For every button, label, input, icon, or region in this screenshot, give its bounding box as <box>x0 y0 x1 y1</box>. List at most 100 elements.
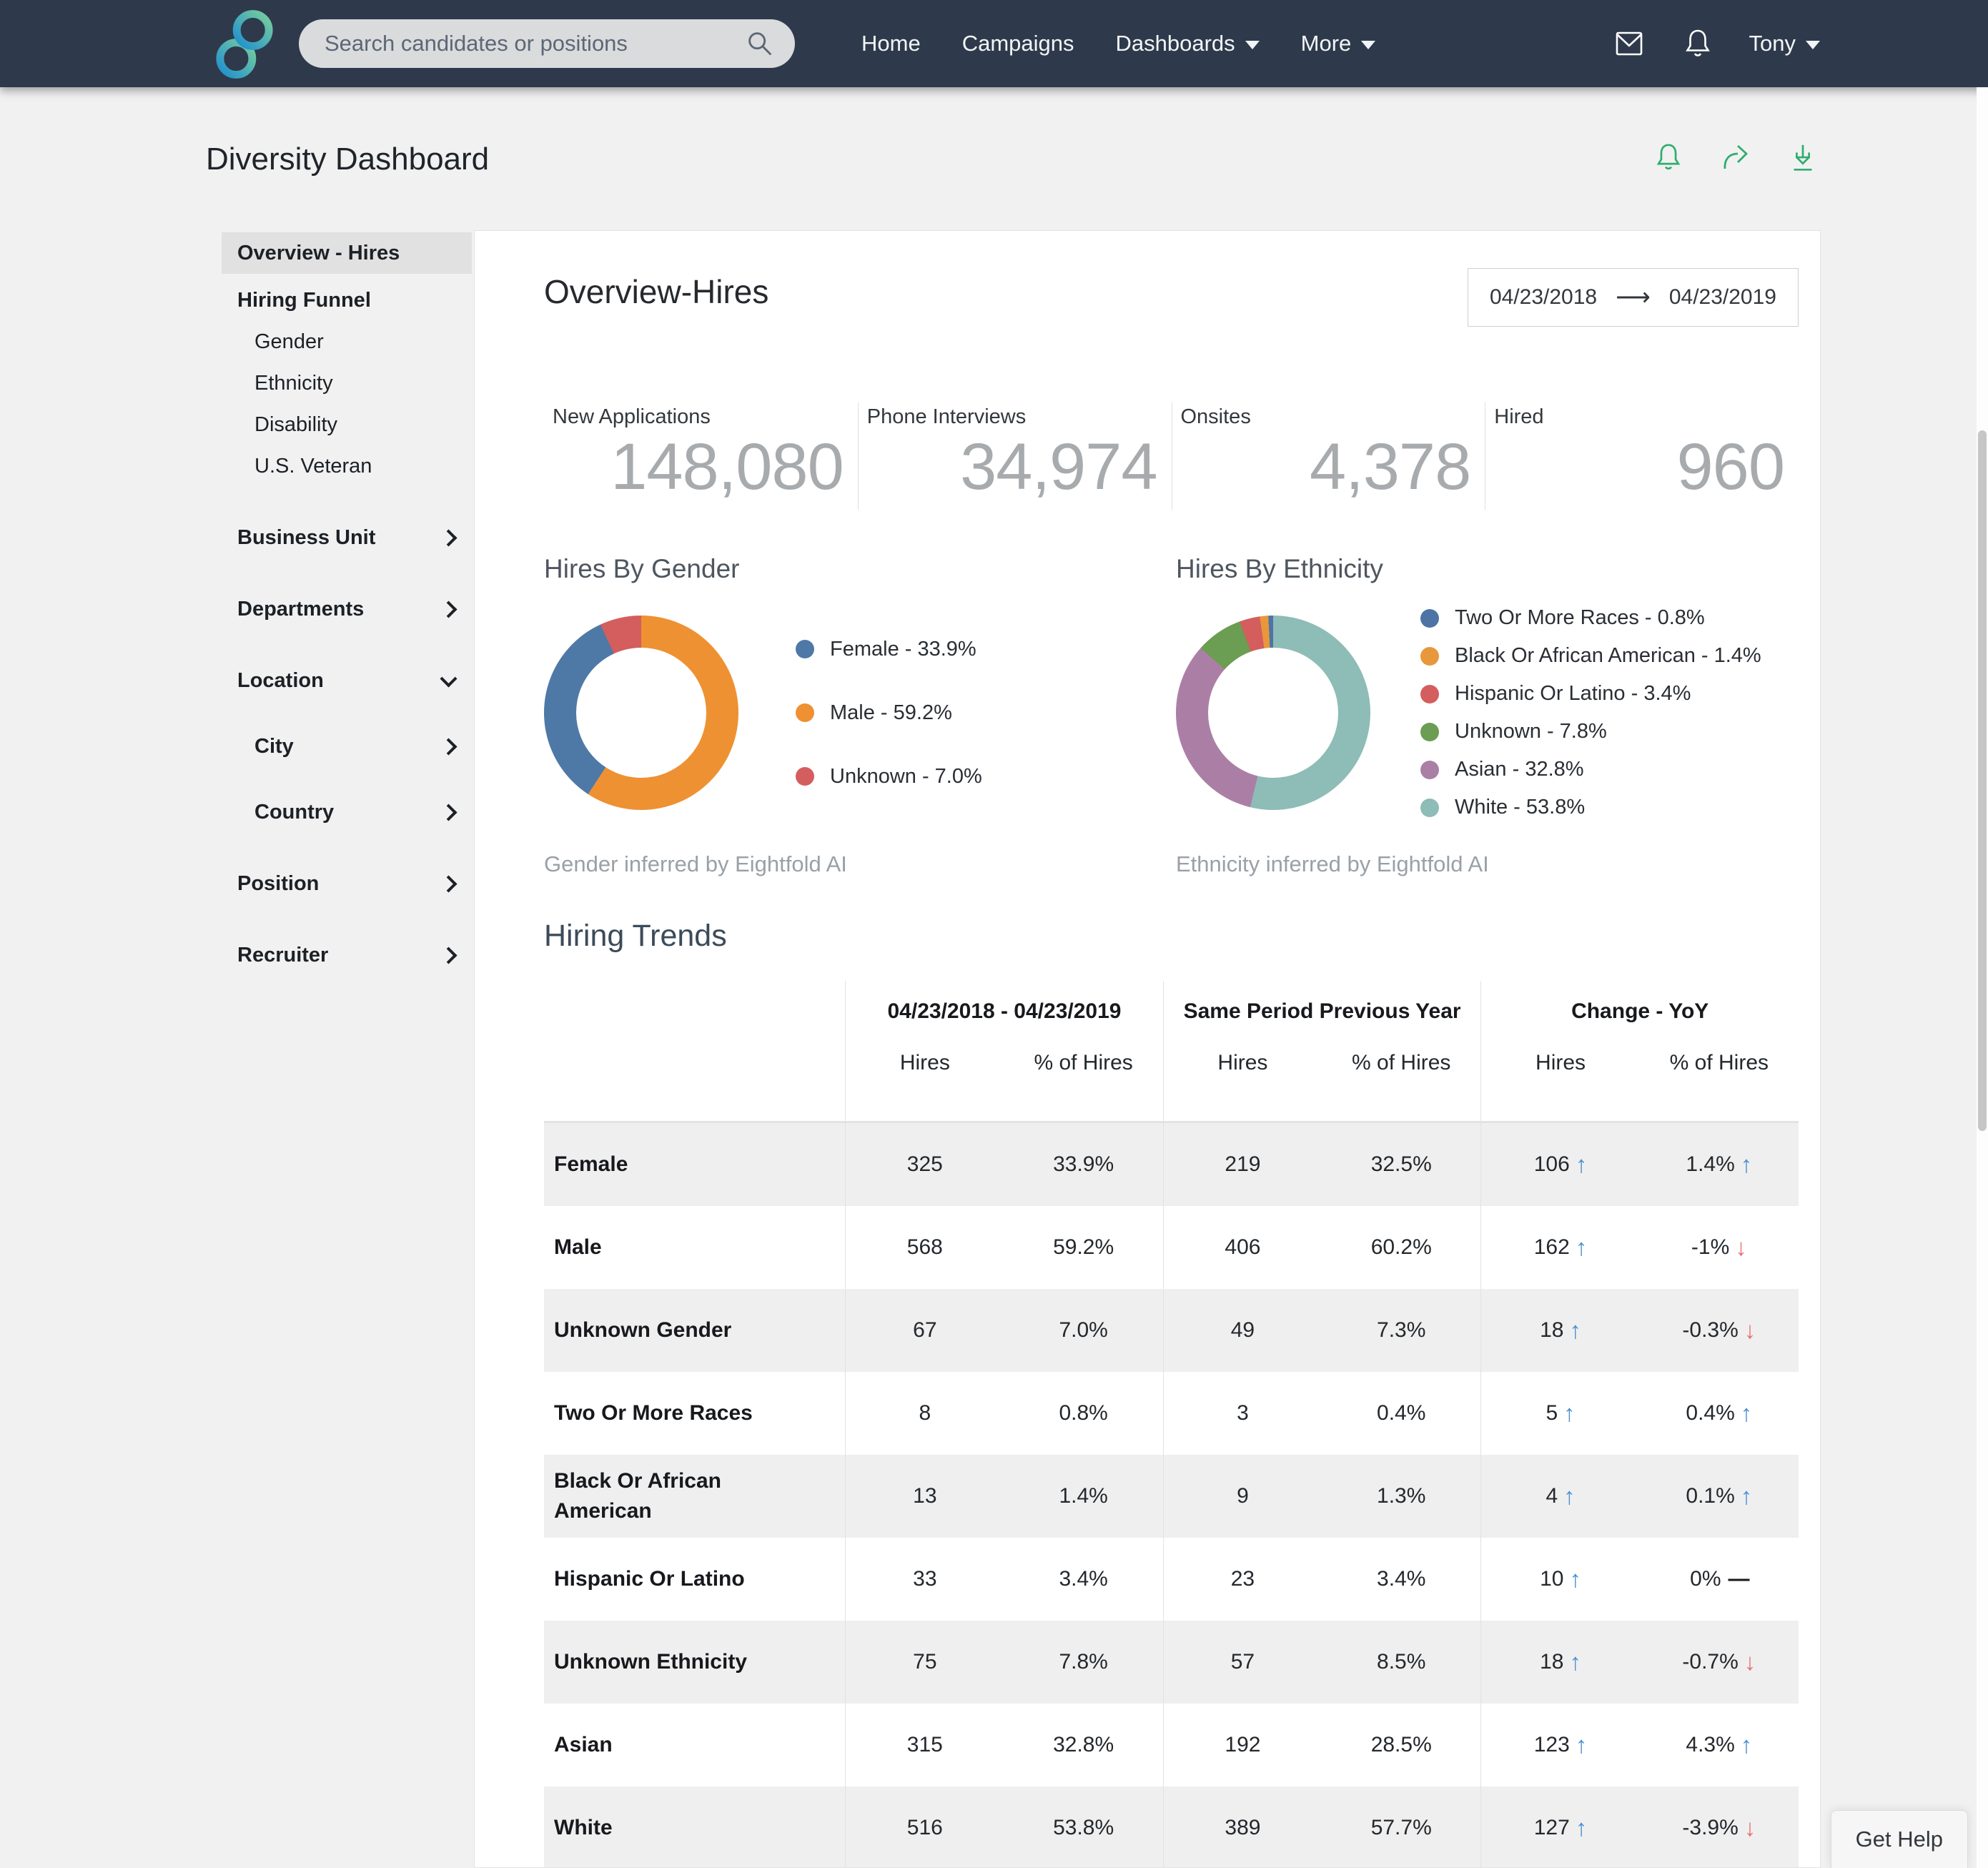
donut-hole <box>1208 648 1338 779</box>
stat-hired: Hired 960 <box>1485 402 1799 510</box>
eightfold-logo-icon[interactable] <box>212 9 277 80</box>
trend-arrow-icon: ↓ <box>1735 1234 1747 1261</box>
column-group-current-period: 04/23/2018 - 04/23/2019 <box>845 981 1163 1043</box>
chevron-right-icon <box>440 600 458 618</box>
legend-item-white[interactable]: White - 53.8% <box>1420 796 1761 819</box>
trend-arrow-icon: ↑ <box>1740 1151 1753 1178</box>
scrollbar-track[interactable] <box>1977 87 1988 1868</box>
chart-title: Hires By Ethnicity <box>1176 554 1383 584</box>
filter-city[interactable]: City <box>222 726 472 767</box>
chevron-right-icon <box>440 874 458 893</box>
search-input[interactable] <box>325 31 743 56</box>
legend-dot-icon <box>796 767 814 786</box>
column-group-change-yoy: Change - YoY <box>1480 981 1799 1043</box>
mail-icon[interactable] <box>1612 26 1646 61</box>
subscribe-bell-icon[interactable] <box>1652 140 1685 176</box>
share-icon[interactable] <box>1718 140 1754 176</box>
dashboard-actions <box>1652 140 1819 176</box>
legend-item-hispanic-or-latino[interactable]: Hispanic Or Latino - 3.4% <box>1420 682 1761 706</box>
legend-dot-icon <box>796 703 814 723</box>
filter-location[interactable]: Location <box>222 660 472 701</box>
sidebar-item-ethnicity[interactable]: Ethnicity <box>222 362 472 404</box>
download-icon[interactable] <box>1786 140 1819 176</box>
legend-dot-icon <box>1420 646 1439 666</box>
legend-dot-icon <box>1420 608 1439 628</box>
trend-arrow-icon: ↑ <box>1563 1483 1576 1510</box>
legend-dot-icon <box>1420 798 1439 817</box>
date-range-picker[interactable]: 04/23/2018 ⟶ 04/23/2019 <box>1467 268 1799 327</box>
legend-dot-icon <box>1420 684 1439 703</box>
trend-arrow-icon: ↑ <box>1569 1317 1581 1344</box>
ethnicity-legend: Two Or More Races - 0.8% Black Or Africa… <box>1420 606 1761 819</box>
overview-hires-panel: Overview-Hires 04/23/2018 ⟶ 04/23/2019 N… <box>474 230 1821 1868</box>
hiring-trends-title: Hiring Trends <box>544 919 727 954</box>
nav-links: Home Campaigns Dashboards More <box>861 0 1376 87</box>
legend-dot-icon <box>1420 722 1439 741</box>
filter-business-unit[interactable]: Business Unit <box>222 517 472 558</box>
filter-recruiter[interactable]: Recruiter <box>222 934 472 976</box>
sidebar-item-hiring-funnel[interactable]: Hiring Funnel <box>222 280 472 321</box>
nav-home[interactable]: Home <box>861 31 921 56</box>
donut-hole <box>576 648 706 779</box>
legend-item-male[interactable]: Male - 59.2% <box>796 701 982 725</box>
table-header-groups: 04/23/2018 - 04/23/2019 Same Period Prev… <box>544 981 1799 1043</box>
date-end: 04/23/2019 <box>1668 285 1776 309</box>
sidebar-item-disability[interactable]: Disability <box>222 404 472 445</box>
chevron-right-icon <box>440 737 458 756</box>
funnel-stats: New Applications 148,080 Phone Interview… <box>544 402 1799 510</box>
ethnicity-donut-chart[interactable] <box>1176 616 1370 811</box>
dashboard-sidebar: Overview - Hires Hiring Funnel Gender Et… <box>222 232 472 976</box>
hiring-trends-table: 04/23/2018 - 04/23/2019 Same Period Prev… <box>544 981 1799 1867</box>
legend-item-asian[interactable]: Asian - 32.8% <box>1420 758 1761 781</box>
search-icon[interactable] <box>743 27 776 60</box>
filter-departments[interactable]: Departments <box>222 588 472 630</box>
trend-arrow-icon: ↑ <box>1563 1400 1576 1427</box>
trend-arrow-icon: ↓ <box>1744 1814 1756 1842</box>
nav-dashboards[interactable]: Dashboards <box>1116 31 1260 56</box>
date-start: 04/23/2018 <box>1489 285 1598 309</box>
trend-arrow-icon: ↑ <box>1740 1731 1753 1759</box>
gender-donut-chart[interactable] <box>544 616 738 811</box>
trend-arrow-icon: ↑ <box>1569 1649 1581 1676</box>
trend-arrow-icon: ↑ <box>1740 1483 1753 1510</box>
user-menu[interactable]: Tony <box>1749 31 1820 56</box>
table-body: Female 325 33.9% 219 32.5% 106 ↑ 1.4% ↑ Ma… <box>544 1123 1799 1867</box>
table-row: Hispanic Or Latino 33 3.4% 23 3.4% 10 ↑ 0… <box>544 1538 1799 1621</box>
stat-onsites: Onsites 4,378 <box>1171 402 1485 510</box>
legend-item-unknown-gender[interactable]: Unknown - 7.0% <box>796 765 982 789</box>
table-sub-headers: Hires % of Hires Hires % of Hires Hires … <box>544 1042 1799 1084</box>
scrollbar-thumb[interactable] <box>1978 430 1987 1131</box>
trend-arrow-icon: ↓ <box>1744 1317 1756 1344</box>
legend-item-unknown-ethnicity[interactable]: Unknown - 7.8% <box>1420 720 1761 743</box>
sidebar-item-overview-hires[interactable]: Overview - Hires <box>222 232 472 274</box>
arrow-right-icon: ⟶ <box>1616 284 1651 311</box>
filter-country[interactable]: Country <box>222 791 472 833</box>
trend-arrow-icon: ↑ <box>1740 1400 1753 1427</box>
sidebar-item-gender[interactable]: Gender <box>222 321 472 362</box>
filter-position[interactable]: Position <box>222 863 472 904</box>
table-row: White 516 53.8% 389 57.7% 127 ↑ -3.9% ↓ <box>544 1787 1799 1867</box>
table-row: Unknown Gender 67 7.0% 49 7.3% 18 ↑ -0.3%… <box>544 1289 1799 1373</box>
trend-arrow-icon: ↑ <box>1575 1731 1588 1759</box>
bell-icon[interactable] <box>1681 26 1715 61</box>
chevron-right-icon <box>440 528 458 547</box>
table-row: Two Or More Races 8 0.8% 3 0.4% 5 ↑ 0.4% ↑ <box>544 1372 1799 1456</box>
trend-arrow-icon: — <box>1728 1567 1750 1591</box>
legend-item-two-or-more-races[interactable]: Two Or More Races - 0.8% <box>1420 606 1761 630</box>
top-navbar: Home Campaigns Dashboards More Tony <box>0 0 1988 87</box>
legend-dot-icon <box>1420 760 1439 779</box>
nav-campaigns[interactable]: Campaigns <box>962 31 1074 56</box>
legend-dot-icon <box>796 640 814 659</box>
sidebar-item-us-veteran[interactable]: U.S. Veteran <box>222 445 472 487</box>
trend-arrow-icon: ↓ <box>1744 1649 1756 1676</box>
legend-item-female[interactable]: Female - 33.9% <box>796 638 982 661</box>
chevron-down-icon <box>440 669 458 688</box>
gender-legend: Female - 33.9% Male - 59.2% Unknown - 7.… <box>796 638 982 789</box>
legend-item-black-or-african-american[interactable]: Black Or African American - 1.4% <box>1420 644 1761 668</box>
get-help-button[interactable]: Get Help <box>1830 1810 1968 1868</box>
table-row: Female 325 33.9% 219 32.5% 106 ↑ 1.4% ↑ <box>544 1123 1799 1207</box>
global-search <box>299 19 795 68</box>
page-title: Diversity Dashboard <box>206 142 490 177</box>
nav-more[interactable]: More <box>1301 31 1376 56</box>
nav-right-cluster: Tony <box>1612 0 1820 87</box>
